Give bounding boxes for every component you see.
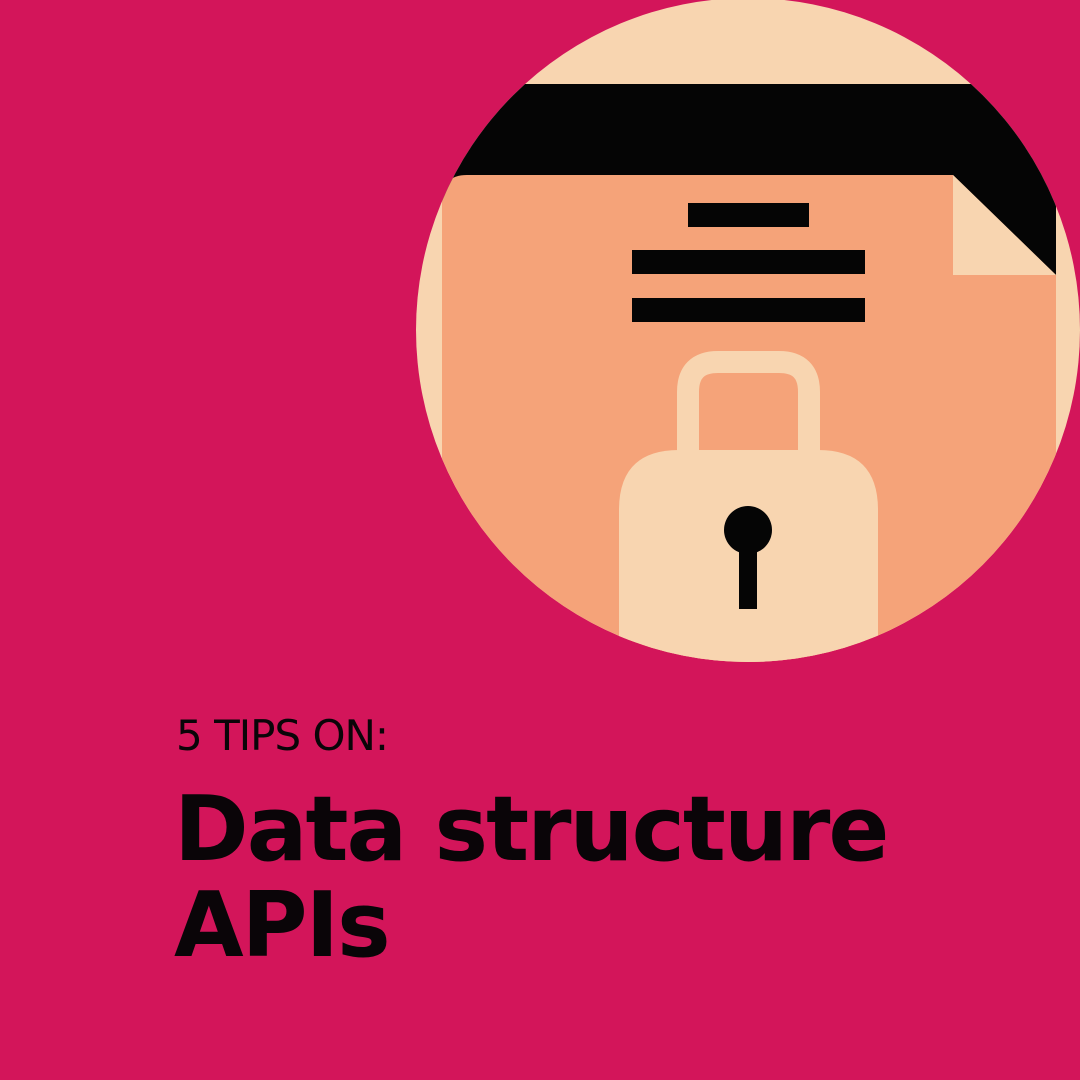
headline-line-2: APIs xyxy=(174,873,391,978)
eyebrow-text: 5 TIPS ON: xyxy=(176,711,389,760)
headline: Data structure APIs xyxy=(174,777,889,978)
text-line-2 xyxy=(632,250,865,274)
headline-line-1: Data structure xyxy=(174,777,889,882)
text-line-1 xyxy=(688,203,809,227)
text-line-3 xyxy=(632,298,865,322)
social-card: 5 TIPS ON: Data structure APIs xyxy=(0,0,1080,1080)
